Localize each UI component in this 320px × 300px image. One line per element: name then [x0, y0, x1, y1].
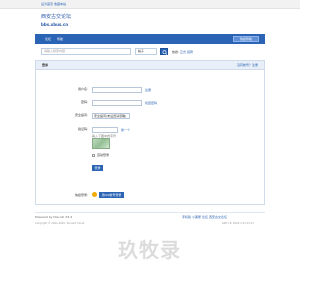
security-question-label: 安全提问:: [74, 113, 88, 117]
quick-nav-button[interactable]: 快捷导航: [233, 36, 259, 42]
qq-login-button[interactable]: 用QQ帐号登录: [99, 192, 124, 198]
captcha-label: 验证码:: [77, 127, 88, 131]
search-icon: [162, 50, 168, 55]
footer-link[interactable]: 西安古交论坛: [209, 215, 227, 219]
footer-gmt: GMT+8, 2025-3-21 03:11: [222, 222, 254, 225]
search-button[interactable]: [160, 48, 168, 55]
site-domain: bbs.xbus.cn: [41, 22, 69, 27]
password-label: 密码:: [80, 100, 88, 104]
register-side-link[interactable]: 注册: [145, 88, 151, 92]
qq-icon: [92, 192, 97, 197]
footer-links: 手机版 小黑屋 论坛 西安古交论坛: [182, 215, 227, 219]
login-title: 登录: [42, 63, 49, 67]
hot-search-links: 热搜: 正式 招聘: [172, 50, 193, 54]
nav-item-guide[interactable]: 导航: [57, 37, 63, 41]
search-type-select[interactable]: 帖子: [135, 48, 157, 55]
footer-powered: Powered by Discuz! X3.4: [35, 215, 73, 219]
hot-search-link[interactable]: 正式: [180, 50, 186, 54]
captcha-image[interactable]: [92, 138, 110, 149]
login-submit-button[interactable]: 登录: [92, 165, 103, 171]
username-input[interactable]: [92, 87, 142, 93]
footer-divider: [35, 212, 265, 213]
auto-login-label: 自动登录: [97, 153, 110, 157]
watermark: 玖牧录: [118, 238, 181, 262]
search-input[interactable]: 请输入搜索内容: [41, 48, 131, 55]
forgot-password-link[interactable]: 找回密码: [145, 101, 157, 105]
footer-link[interactable]: 论坛: [202, 215, 208, 219]
main-nav-bar: 论坛 导航 快捷导航: [35, 34, 265, 44]
footer-link[interactable]: 手机版: [182, 215, 191, 219]
auto-login-checkbox[interactable]: [92, 154, 95, 157]
set-homepage-link[interactable]: 设为首页: [41, 2, 53, 6]
hot-search-link[interactable]: 招聘: [187, 50, 193, 54]
nav-item-forum[interactable]: 论坛: [45, 37, 51, 41]
quick-login-label: 快捷登录:: [74, 193, 88, 197]
bookmark-link[interactable]: 收藏本站: [54, 2, 66, 6]
captcha-input[interactable]: [92, 127, 118, 133]
top-bar: 设为首页 收藏本站: [0, 0, 300, 9]
password-input[interactable]: [92, 100, 142, 106]
site-logo-name[interactable]: 西安古交论坛: [41, 13, 71, 20]
captcha-refresh-link[interactable]: 换一个: [121, 128, 130, 132]
security-question-select[interactable]: 安全提问(未设置请忽略): [92, 113, 130, 119]
footer-link[interactable]: 小黑屋: [192, 215, 201, 219]
hot-search-label: 热搜:: [172, 50, 180, 54]
login-panel-header: 登录 没有帐号？注册: [36, 61, 264, 70]
username-label: 用户名:: [77, 87, 88, 91]
login-panel: 登录 没有帐号？注册 用户名: 注册 密码: 找回密码 安全提问: 安全提问(未…: [35, 60, 265, 205]
register-link[interactable]: 没有帐号？注册: [237, 63, 258, 67]
footer-copyright: Copyright © 2001-2020, Tencent Cloud.: [35, 222, 85, 225]
